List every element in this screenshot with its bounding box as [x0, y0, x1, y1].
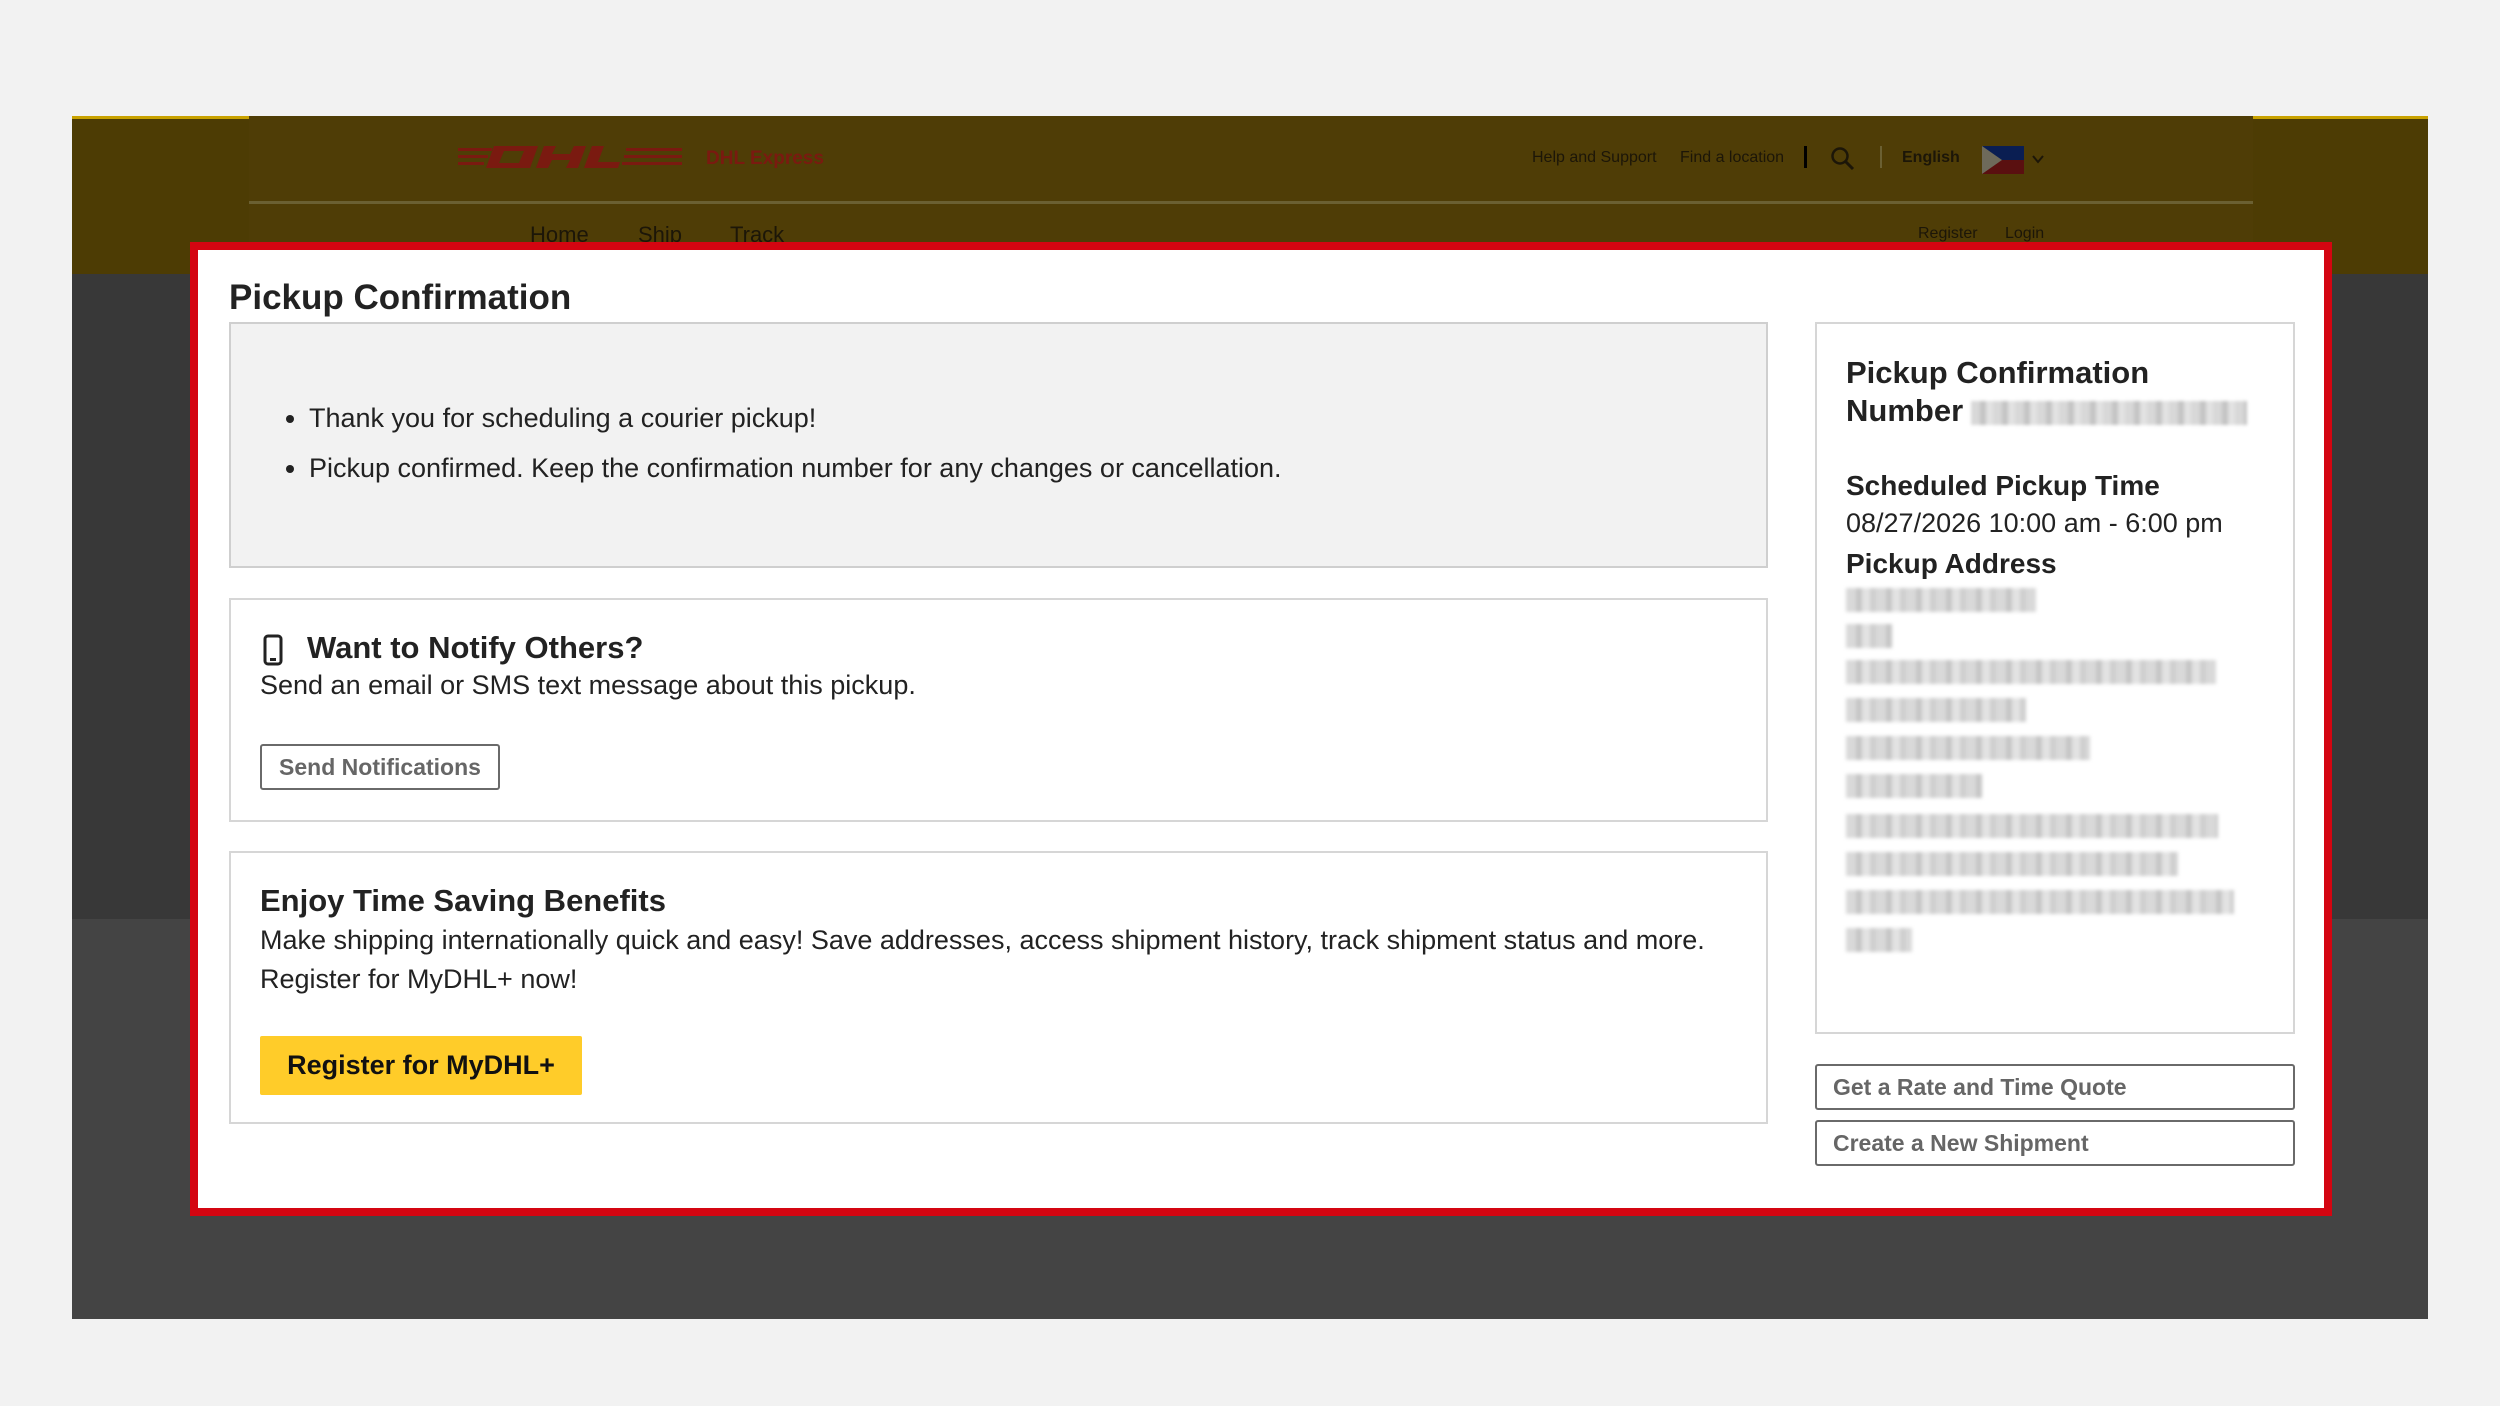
- notify-title: Want to Notify Others?: [307, 630, 644, 665]
- pickup-address-label: Pickup Address: [1846, 548, 2057, 579]
- confirmation-list: Thank you for scheduling a courier picku…: [309, 404, 1282, 504]
- find-location-link[interactable]: Find a location: [1680, 149, 1784, 167]
- address-redacted-line: [1846, 660, 2216, 684]
- benefits-description: Make shipping internationally quick and …: [260, 925, 1705, 994]
- header-divider: [249, 201, 2253, 204]
- address-redacted-line: [1846, 890, 2234, 914]
- list-item: Pickup confirmed. Keep the confirmation …: [309, 454, 1282, 482]
- address-redacted-line: [1846, 736, 2090, 760]
- confirmation-number-redacted: [1971, 400, 2248, 425]
- benefits-title: Enjoy Time Saving Benefits: [260, 883, 666, 918]
- help-support-link[interactable]: Help and Support: [1532, 149, 1657, 167]
- flag-icon[interactable]: [1982, 146, 2024, 174]
- pickup-time-label: Scheduled Pickup Time: [1846, 470, 2160, 501]
- send-notifications-button[interactable]: Send Notifications: [260, 744, 500, 790]
- address-redacted-line: [1846, 624, 1892, 648]
- divider: [1880, 146, 1882, 168]
- language-selector[interactable]: English: [1902, 149, 1960, 167]
- login-link[interactable]: Login: [2005, 225, 2044, 243]
- notify-description: Send an email or SMS text message about …: [260, 670, 916, 700]
- confirmation-message-box: Thank you for scheduling a courier picku…: [229, 322, 1768, 568]
- pickup-summary-card: Pickup Confirmation Number Scheduled Pic…: [1815, 322, 2295, 1034]
- address-redacted-line: [1846, 588, 2036, 612]
- address-redacted-line: [1846, 698, 2026, 722]
- address-redacted-line: [1846, 928, 1912, 952]
- benefits-card: Enjoy Time Saving Benefits Make shipping…: [229, 851, 1768, 1124]
- register-mydhl-button[interactable]: Register for MyDHL+: [260, 1036, 582, 1095]
- address-redacted-line: [1846, 852, 2178, 876]
- address-redacted-line: [1846, 814, 2218, 838]
- brand-name: DHL Express: [706, 148, 824, 169]
- confirmation-number-heading: Pickup Confirmation Number: [1846, 354, 2266, 430]
- pickup-time-value: 08/27/2026 10:00 am - 6:00 pm: [1846, 508, 2223, 538]
- list-item: Thank you for scheduling a courier picku…: [309, 404, 1282, 432]
- register-link[interactable]: Register: [1918, 225, 1978, 243]
- chevron-down-icon[interactable]: [2030, 151, 2046, 167]
- search-icon[interactable]: [1830, 146, 1856, 172]
- page-title: Pickup Confirmation: [229, 278, 572, 317]
- address-redacted-line: [1846, 774, 1982, 798]
- notify-card: Want to Notify Others? Send an email or …: [229, 598, 1768, 822]
- create-shipment-button[interactable]: Create a New Shipment: [1815, 1120, 2295, 1166]
- mobile-phone-icon: [263, 634, 283, 666]
- divider: [1804, 146, 1807, 168]
- rate-quote-button[interactable]: Get a Rate and Time Quote: [1815, 1064, 2295, 1110]
- dhl-logo[interactable]: [458, 144, 682, 170]
